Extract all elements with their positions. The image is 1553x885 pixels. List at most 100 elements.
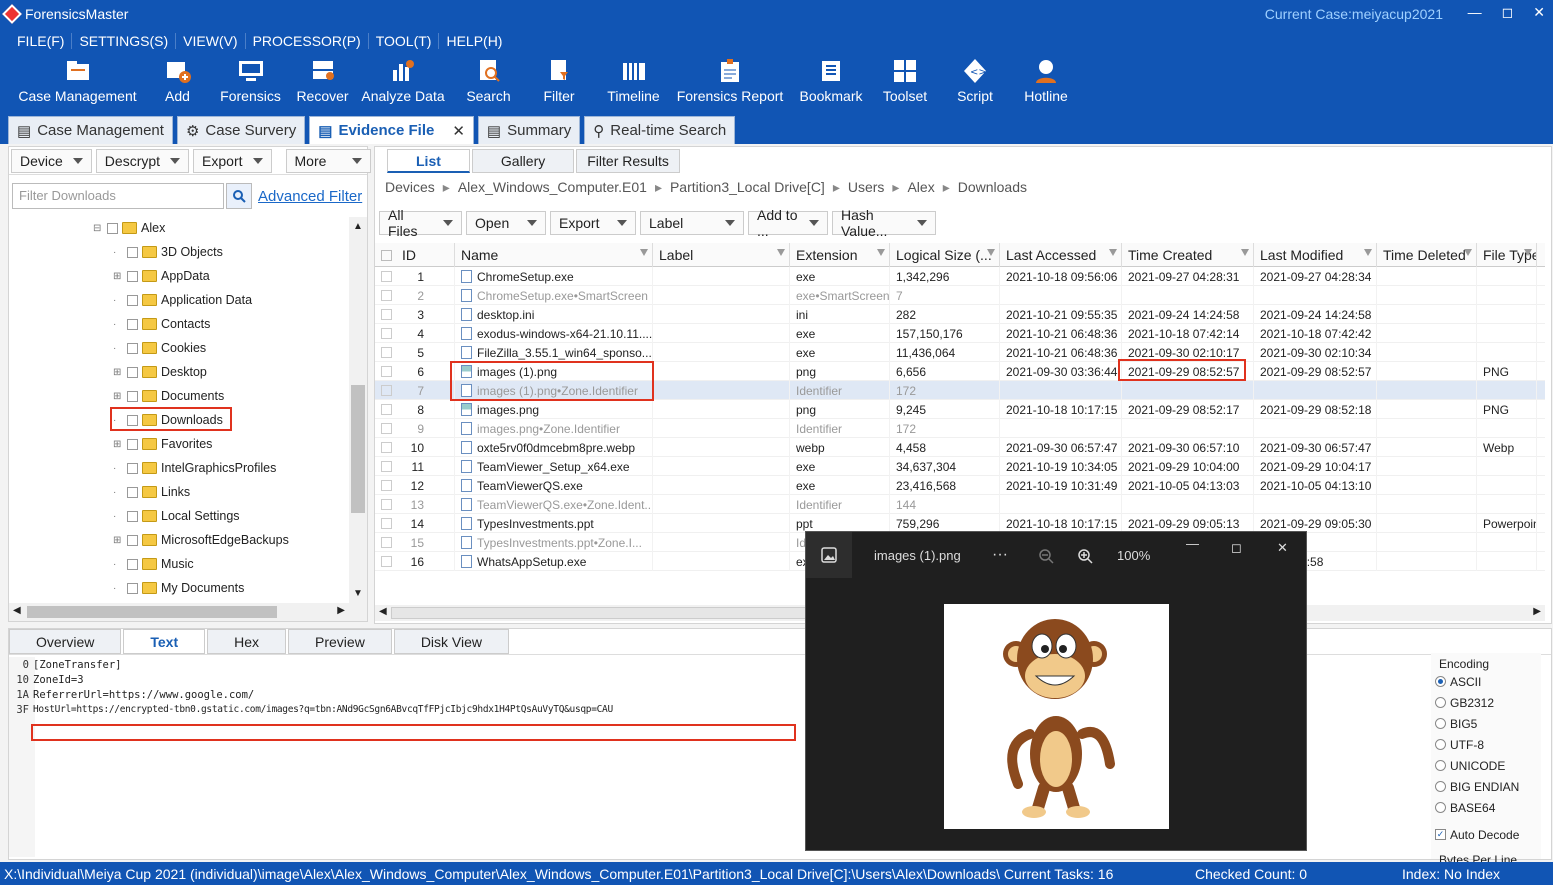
toolset-button[interactable]: Toolset xyxy=(866,54,944,114)
tree-item-documents[interactable]: ⊞ Documents xyxy=(113,385,224,407)
search-button[interactable]: Search xyxy=(462,54,515,114)
forensics-button[interactable]: Forensics xyxy=(200,54,301,114)
close-icon[interactable]: ✕ xyxy=(1277,540,1288,556)
table-row[interactable]: 2 ChromeSetup.exe•SmartScreen exe•SmartScr… xyxy=(375,286,1545,305)
bookmark-button[interactable]: Bookmark xyxy=(796,54,866,114)
chevron-up-icon[interactable]: ▲ xyxy=(353,221,363,232)
tab-overview[interactable]: Overview xyxy=(9,629,122,654)
expand-icon[interactable]: ⊞ xyxy=(113,391,123,402)
row-checkbox[interactable] xyxy=(381,290,392,301)
table-row[interactable]: 5 FileZilla_3.55.1_win64_sponso... exe 11,4… xyxy=(375,343,1545,362)
menu-help[interactable]: HELP(H) xyxy=(439,33,509,49)
recover-button[interactable]: Recover xyxy=(296,54,349,114)
forensics-report-button[interactable]: Forensics Report xyxy=(664,54,796,114)
chevron-down-icon[interactable]: ▼ xyxy=(353,588,363,599)
text-view[interactable]: 0 [ZoneTransfer] 10 ZoneId=3 1A ReferrerUrl… xyxy=(9,657,809,857)
column-filter-icon[interactable] xyxy=(1364,249,1372,256)
table-row[interactable]: 3 desktop.ini ini 282 2021-10-21 09:55:35 202… xyxy=(375,305,1545,324)
column-header[interactable]: Name xyxy=(455,243,653,267)
table-row[interactable]: 8 images.png png 9,245 2021-10-18 10:17:15 20… xyxy=(375,400,1545,419)
column-filter-icon[interactable] xyxy=(777,249,785,256)
timeline-button[interactable]: Timeline xyxy=(603,54,664,114)
tree-item-local-settings[interactable]: · Local Settings xyxy=(113,505,240,527)
table-row[interactable]: 11 TeamViewer_Setup_x64.exe exe 34,637,304 2… xyxy=(375,457,1545,476)
descrypt-dropdown[interactable]: Descrypt xyxy=(95,148,190,173)
column-filter-icon[interactable] xyxy=(877,249,885,256)
tree-checkbox[interactable] xyxy=(127,342,138,354)
column-header[interactable]: Label xyxy=(653,243,790,267)
column-header[interactable]: ID xyxy=(375,243,455,267)
column-filter-icon[interactable] xyxy=(1524,249,1532,256)
column-filter-icon[interactable] xyxy=(640,249,648,256)
tab-disk-view[interactable]: Disk View xyxy=(393,629,510,654)
row-checkbox[interactable] xyxy=(381,423,392,434)
row-checkbox[interactable] xyxy=(381,442,392,453)
all-files-dropdown[interactable]: All Files xyxy=(379,207,462,239)
tree-item-music[interactable]: · Music xyxy=(113,553,194,575)
label-dropdown[interactable]: Label xyxy=(640,211,744,235)
tree-item-cookies[interactable]: · Cookies xyxy=(113,337,206,359)
tree-checkbox[interactable] xyxy=(127,246,138,258)
encoding-gb2312[interactable]: GB2312 xyxy=(1431,692,1541,713)
row-checkbox[interactable] xyxy=(381,366,392,377)
menu-settings[interactable]: SETTINGS(S) xyxy=(72,33,177,49)
tree-item-microsoftedgebackups[interactable]: ⊞ MicrosoftEdgeBackups xyxy=(113,529,289,551)
tree-checkbox[interactable] xyxy=(127,558,138,570)
encoding-big5[interactable]: BIG5 xyxy=(1431,713,1541,734)
tree-item-appdata[interactable]: ⊞ AppData xyxy=(113,265,210,287)
scroll-thumb[interactable] xyxy=(391,607,831,619)
table-row[interactable]: 12 TeamViewerQS.exe exe 23,416,568 2021-10-1… xyxy=(375,476,1545,495)
row-checkbox[interactable] xyxy=(381,385,392,396)
close-tab-icon[interactable]: ✕ xyxy=(452,122,465,140)
tree-checkbox[interactable] xyxy=(127,318,138,330)
chevron-left-icon[interactable]: ◀ xyxy=(379,606,387,617)
column-filter-icon[interactable] xyxy=(1464,249,1472,256)
breadcrumb-alex[interactable]: Alex xyxy=(907,179,934,196)
chevron-right-icon[interactable]: ▶ xyxy=(337,605,345,616)
row-checkbox[interactable] xyxy=(381,461,392,472)
encoding-utf8[interactable]: UTF-8 xyxy=(1431,734,1541,755)
tree-checkbox[interactable] xyxy=(127,294,138,306)
tab-gallery[interactable]: Gallery xyxy=(471,149,575,173)
tree-checkbox[interactable] xyxy=(127,510,138,522)
tree-checkbox[interactable] xyxy=(107,222,118,234)
hotline-button[interactable]: Hotline xyxy=(1006,54,1086,114)
tree-checkbox[interactable] xyxy=(127,462,138,474)
tree-checkbox[interactable] xyxy=(127,534,138,546)
tree-checkbox[interactable] xyxy=(127,366,138,378)
encoding-big-endian[interactable]: BIG ENDIAN xyxy=(1431,776,1541,797)
breadcrumb-devices[interactable]: Devices xyxy=(385,179,435,196)
expand-icon[interactable]: ⊞ xyxy=(113,535,123,546)
breadcrumb-image[interactable]: Alex_Windows_Computer.E01 xyxy=(458,179,647,196)
row-checkbox[interactable] xyxy=(381,480,392,491)
table-row[interactable]: 10 oxte5rv0f0dmcebm8pre.webp webp 4,458 2021… xyxy=(375,438,1545,457)
maximize-icon[interactable]: ◻ xyxy=(1231,540,1242,556)
breadcrumb-downloads[interactable]: Downloads xyxy=(958,179,1027,196)
tree-checkbox[interactable] xyxy=(127,582,138,594)
breadcrumb-partition[interactable]: Partition3_Local Drive[C] xyxy=(670,179,825,196)
tree-item-my-documents[interactable]: · My Documents xyxy=(113,577,244,599)
tree-item-desktop[interactable]: ⊞ Desktop xyxy=(113,361,207,383)
column-header[interactable]: File Type xyxy=(1477,243,1537,267)
tree-item-alex[interactable]: ⊟ Alex xyxy=(93,217,165,239)
maximize-icon[interactable]: ◻ xyxy=(1502,4,1514,21)
tab-summary[interactable]: ▤ Summary xyxy=(477,116,581,144)
column-header[interactable]: Logical Size (... xyxy=(890,243,1000,267)
column-filter-icon[interactable] xyxy=(1109,249,1117,256)
tree-checkbox[interactable] xyxy=(127,390,138,402)
expand-icon[interactable]: ⊞ xyxy=(113,439,123,450)
analyze-data-button[interactable]: Analyze Data xyxy=(344,54,462,114)
case-management-button[interactable]: Case Management xyxy=(0,54,155,114)
scroll-thumb[interactable] xyxy=(351,385,365,513)
open-dropdown[interactable]: Open xyxy=(466,211,546,235)
breadcrumb-users[interactable]: Users xyxy=(848,179,885,196)
hash-value-dropdown[interactable]: Hash Value... xyxy=(832,207,936,239)
expand-icon[interactable]: ⊞ xyxy=(113,271,123,282)
tab-filter-results[interactable]: Filter Results xyxy=(576,149,680,173)
more-options-icon[interactable]: ··· xyxy=(992,546,1008,564)
column-header[interactable]: Time Created xyxy=(1122,243,1254,267)
tree-item-application-data[interactable]: · Application Data xyxy=(113,289,252,311)
table-row[interactable]: 4 exodus-windows-x64-21.10.11.... exe 157,1… xyxy=(375,324,1545,343)
tree-item-contacts[interactable]: · Contacts xyxy=(113,313,210,335)
minimize-icon[interactable]: — xyxy=(1468,4,1482,21)
